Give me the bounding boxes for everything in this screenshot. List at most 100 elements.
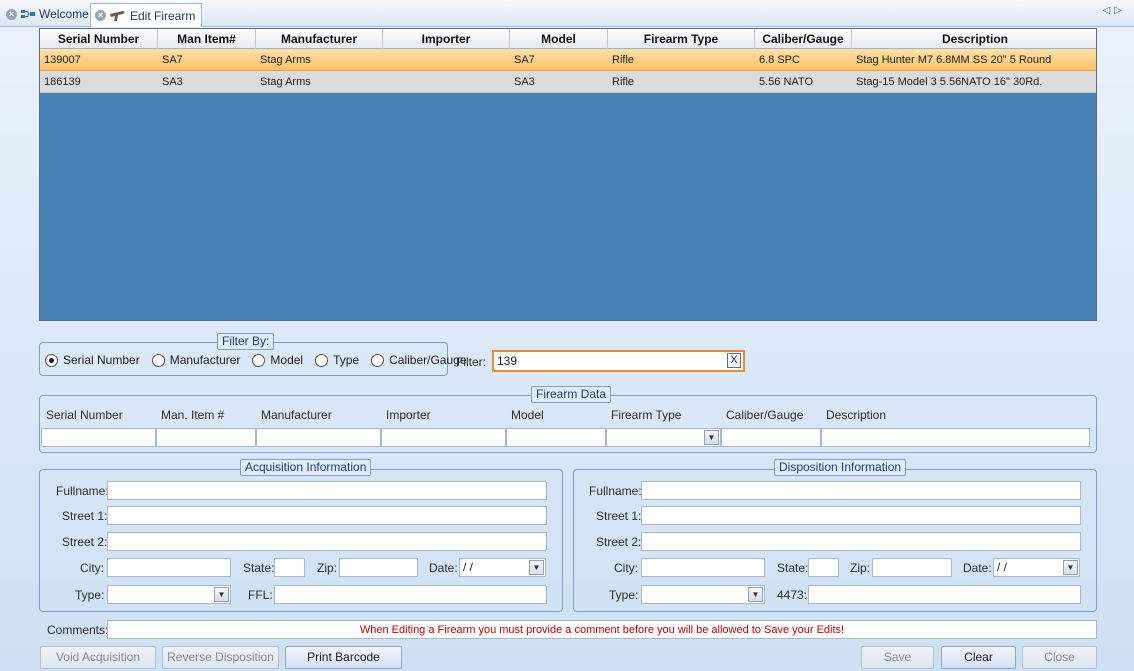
radio-label: Model	[270, 353, 304, 367]
close-icon[interactable]: ×	[95, 10, 106, 21]
cell-firearm-type: Rifle	[612, 54, 635, 66]
column-header[interactable]: Serial Number	[40, 29, 158, 49]
grid-header: Serial Number Man Item# Manufacturer Imp…	[40, 29, 1096, 49]
clear-button[interactable]: Clear	[941, 646, 1016, 669]
radio-icon[interactable]	[252, 353, 266, 367]
radio-selected-icon[interactable]	[45, 353, 58, 367]
tab-edit-firearm[interactable]: × Edit Firearm	[90, 3, 203, 27]
disp-4473-field[interactable]	[808, 585, 1081, 604]
radio-caliber-gauge[interactable]: Caliber/Gauge	[371, 353, 467, 367]
tab-scroll-arrows[interactable]: ◁▷	[1103, 5, 1126, 16]
manufacturer-field[interactable]	[256, 428, 381, 447]
firearm-type-select[interactable]: ▼	[606, 428, 721, 447]
clear-filter-button[interactable]: X	[727, 353, 741, 368]
radio-label: Type	[333, 353, 360, 367]
tab-edit-firearm-label: Edit Firearm	[130, 8, 196, 23]
chevron-down-icon[interactable]: ▼	[529, 560, 544, 575]
cell-manufacturer: Stag Arms	[260, 54, 311, 66]
acq-street1-label: Street 1:	[62, 509, 108, 523]
column-header[interactable]: Firearm Type	[608, 29, 755, 49]
chevron-down-icon[interactable]: ▼	[704, 430, 719, 445]
acq-zip-field[interactable]	[339, 558, 418, 577]
column-header[interactable]: Caliber/Gauge	[755, 29, 852, 49]
disp-state-label: State:	[777, 561, 809, 575]
acq-city-field[interactable]	[107, 558, 231, 577]
firearm-icon	[110, 10, 125, 21]
table-row[interactable]: 186139 SA3 Stag Arms SA3 Rifle 5.56 NATO…	[40, 71, 1096, 93]
column-header[interactable]: Model	[510, 29, 608, 49]
radio-serial-number[interactable]: Serial Number	[45, 353, 140, 367]
chevron-down-icon[interactable]: ▼	[1063, 560, 1078, 575]
acq-state-field[interactable]	[274, 558, 305, 577]
disp-street1-field[interactable]	[641, 506, 1081, 525]
firearm-grid[interactable]: Serial Number Man Item# Manufacturer Imp…	[39, 28, 1097, 321]
disp-street2-field[interactable]	[641, 532, 1081, 551]
filter-input[interactable]: 139 X	[492, 350, 745, 372]
column-header[interactable]: Man Item#	[158, 29, 256, 49]
disp-4473-label: 4473:	[777, 588, 808, 602]
acq-ffl-label: FFL:	[248, 588, 273, 602]
cell-man-item: SA7	[162, 54, 183, 66]
disp-zip-field[interactable]	[872, 558, 952, 577]
description-field[interactable]	[821, 428, 1090, 447]
table-row-selected[interactable]: 139007 SA7 Stag Arms SA7 Rifle 6.8 SPC S…	[40, 49, 1096, 71]
reverse-disposition-button[interactable]: Reverse Disposition	[162, 646, 279, 669]
scroll-left-icon[interactable]: ◁	[1103, 5, 1115, 16]
acq-street2-field[interactable]	[107, 532, 547, 551]
acq-type-select[interactable]: ▼	[107, 585, 231, 604]
acq-zip-label: Zip:	[317, 561, 338, 575]
radio-manufacturer[interactable]: Manufacturer	[151, 353, 240, 367]
acq-ffl-field[interactable]	[274, 585, 547, 604]
acq-city-label: City:	[80, 561, 104, 575]
acq-street1-field[interactable]	[107, 506, 547, 525]
disp-zip-label: Zip:	[850, 561, 871, 575]
label-man-item: Man. Item #	[161, 408, 225, 422]
disp-date-picker[interactable]: / / ▼	[993, 558, 1080, 577]
cell-model: SA3	[514, 76, 535, 88]
disp-type-label: Type:	[609, 588, 639, 602]
filter-by-options: Serial Number Manufacturer Model Type Ca…	[45, 353, 467, 367]
radio-icon[interactable]	[151, 353, 165, 367]
radio-icon[interactable]	[371, 353, 385, 367]
save-button[interactable]: Save	[861, 646, 934, 669]
radio-type[interactable]: Type	[315, 353, 359, 367]
column-header[interactable]: Description	[852, 29, 1096, 49]
acq-date-value: / /	[463, 560, 474, 574]
disp-city-field[interactable]	[641, 558, 765, 577]
radio-icon[interactable]	[315, 353, 329, 367]
tab-welcome[interactable]: × Welcome	[6, 3, 89, 25]
acq-fullname-field[interactable]	[107, 481, 547, 500]
disp-state-field[interactable]	[808, 558, 839, 577]
filter-by-legend: Filter By:	[217, 333, 275, 350]
model-field[interactable]	[506, 428, 606, 447]
caliber-gauge-field[interactable]	[721, 428, 821, 447]
void-acquisition-button[interactable]: Void Acquisition	[40, 646, 156, 669]
importer-field[interactable]	[381, 428, 506, 447]
serial-number-field[interactable]	[41, 428, 156, 447]
print-barcode-button[interactable]: Print Barcode	[285, 646, 402, 669]
man-item-field[interactable]	[156, 428, 256, 447]
cell-man-item: SA3	[162, 76, 183, 88]
cell-caliber: 5.56 NATO	[759, 76, 814, 88]
column-header[interactable]: Importer	[383, 29, 510, 49]
disp-date-label: Date:	[963, 561, 992, 575]
label-manufacturer: Manufacturer	[261, 408, 332, 422]
chevron-down-icon[interactable]: ▼	[214, 587, 229, 602]
close-icon[interactable]: ×	[6, 8, 17, 20]
chevron-down-icon[interactable]: ▼	[748, 587, 763, 602]
tab-welcome-label: Welcome	[39, 7, 89, 21]
scroll-right-icon[interactable]: ▷	[1114, 5, 1126, 16]
disp-type-select[interactable]: ▼	[641, 585, 765, 604]
disp-fullname-field[interactable]	[641, 481, 1081, 500]
radio-model[interactable]: Model	[252, 353, 303, 367]
comments-field[interactable]: When Editing a Firearm you must provide …	[107, 620, 1097, 639]
acq-date-picker[interactable]: / / ▼	[459, 558, 546, 577]
column-header[interactable]: Manufacturer	[256, 29, 383, 49]
cell-serial-number: 139007	[44, 54, 81, 66]
cell-caliber: 6.8 SPC	[759, 54, 800, 66]
cell-description: Stag-15 Model 3 5.56NATO 16" 30Rd.	[856, 76, 1043, 88]
label-description: Description	[826, 408, 887, 422]
cell-firearm-type: Rifle	[612, 76, 635, 88]
close-button[interactable]: Close	[1022, 646, 1097, 669]
disp-street2-label: Street 2:	[596, 535, 642, 549]
